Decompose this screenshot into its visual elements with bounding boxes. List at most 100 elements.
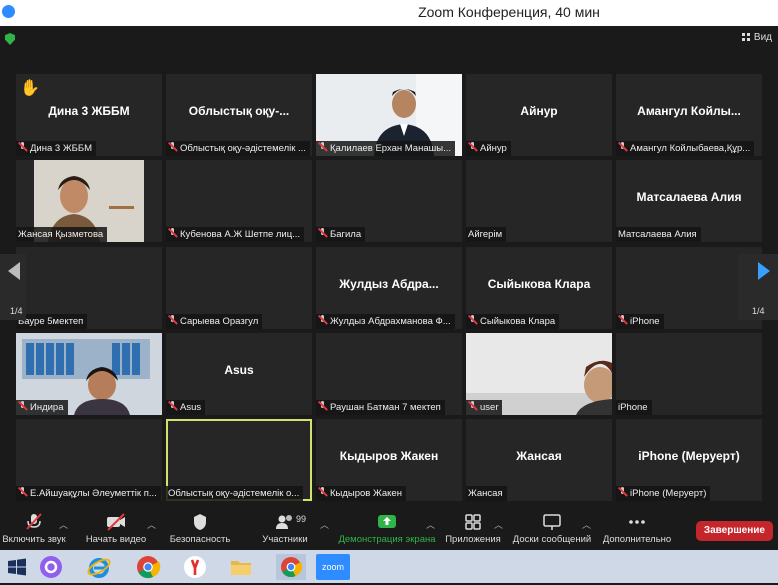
participant-tile[interactable]: Матсалаева Алия Матсалаева Алия [616,160,762,242]
alice-assistant-icon[interactable] [38,554,64,580]
security-shield-icon[interactable] [5,33,15,45]
participant-tile[interactable]: user [466,333,612,415]
participant-tile[interactable]: Облыстық оқу-әдістемелік о... [166,419,312,501]
arrow-right-icon [758,262,770,280]
participant-name-label: Asus [166,400,206,415]
next-page-button[interactable]: 1/4 [738,254,778,320]
participant-name-label: Облыстық оқу-әдістемелік о... [166,486,304,501]
end-meeting-button[interactable]: Завершение [695,521,773,541]
zoom-taskbar-icon[interactable]: zoom [316,554,350,580]
participant-tile[interactable]: Индира [16,333,162,415]
whiteboard-options-caret[interactable]: ︿ [582,518,591,531]
participant-name-label: Облыстық оқу-әдістемелік ... [166,141,310,156]
participant-name-label: Сарыева Оразгул [166,314,263,329]
mic-muted-icon [318,401,327,411]
participant-name-label: Сыйыкова Клара [466,314,560,329]
participant-name-display: Жулдыз Абдра... [339,277,439,291]
page-indicator-right: 1/4 [752,306,765,316]
mic-muted-icon [26,513,42,530]
arrow-left-icon [8,262,20,280]
share-options-caret[interactable]: ︿ [426,518,435,531]
participant-tile[interactable]: Жулдыз Абдра... Жулдыз Абдрахманова Ф... [316,247,462,329]
prev-page-button[interactable]: 1/4 [0,254,26,320]
meeting-toolbar: Включить звук ︿ Начать видео ︿ Безопасно… [0,512,778,550]
participant-tile[interactable]: Сарыева Оразгул [166,247,312,329]
security-button[interactable]: Безопасность [168,512,232,550]
mic-muted-icon [18,142,27,152]
participant-tile[interactable]: Е.Айшуақұлы Әлеуметтік п... [16,419,162,501]
participant-name-display: Амангул Койлы... [637,104,741,118]
participant-tile[interactable]: Қалилаев Ерхан Манашы... [316,74,462,156]
mic-muted-icon [618,487,627,497]
mic-muted-icon [18,401,27,411]
participant-tile[interactable]: Бауре 5мектеп [16,247,162,329]
mic-muted-icon [168,315,177,325]
participant-name-display: Жансая [516,449,562,463]
participant-name-label: Жулдыз Абдрахманова Ф... [316,314,455,329]
shield-icon [194,514,206,530]
internet-explorer-icon[interactable] [86,554,112,580]
video-options-caret[interactable]: ︿ [147,518,156,531]
whiteboard-icon [543,514,561,530]
participant-name-label: iPhone [616,400,652,415]
participant-name-display: iPhone (Меруерт) [638,449,740,463]
participant-tile[interactable]: ✋ Дина 3 ЖББМ Дина 3 ЖББМ [16,74,162,156]
view-button[interactable]: Вид [741,32,772,43]
participant-tile[interactable]: Облыстық оқу-... Облыстық оқу-әдістемелік… [166,74,312,156]
yandex-browser-icon[interactable] [182,554,208,580]
participant-name-label: Дина 3 ЖББМ [16,141,96,156]
participant-name-label: Жансая Қызметова [16,227,108,242]
participant-name-label: Кубенова А.Ж Шетпе лиц... [166,227,305,242]
participant-tile[interactable]: iPhone [616,333,762,415]
mic-muted-icon [318,487,327,497]
windows-start-icon[interactable] [4,554,30,580]
page-indicator-left: 1/4 [10,306,23,316]
participant-name-label: iPhone [616,314,664,329]
participant-name-label: Матсалаева Алия [616,227,701,242]
window-title: Zoom Конференция, 40 мин [418,4,600,20]
participants-button[interactable]: 99 Участники [254,512,316,550]
participant-name-label: iPhone (Меруерт) [616,486,711,501]
camera-off-icon [107,513,125,531]
share-screen-button[interactable]: Демонстрация экрана [338,512,436,550]
participant-name-label: Айгерім [466,227,507,242]
mic-muted-icon [168,142,177,152]
participant-name-display: Облыстық оқу-... [188,104,290,118]
window-titlebar: Zoom Конференция, 40 мин [0,0,778,26]
participant-name-label: Багила [316,227,366,242]
participant-tile[interactable]: Айнур Айнур [466,74,612,156]
mic-muted-icon [318,228,327,238]
participant-tile[interactable]: Айгерім [466,160,612,242]
participants-options-caret[interactable]: ︿ [320,518,329,531]
grid-view-icon [741,33,750,42]
participant-name-display: Дина 3 ЖББМ [48,104,130,118]
participant-tile[interactable]: Амангул Койлы... Амангул Койлыбаева,Құр..… [616,74,762,156]
mic-muted-icon [468,142,477,152]
chrome-active-icon[interactable] [276,554,306,580]
mute-options-caret[interactable]: ︿ [59,518,68,531]
whiteboard-button[interactable]: Доски сообщений [512,512,592,550]
raised-hand-icon: ✋ [20,80,40,97]
chrome-icon[interactable] [135,554,161,580]
share-screen-icon [378,515,396,528]
participant-name-label: Айнур [466,141,511,156]
participant-tile[interactable]: Кубенова А.Ж Шетпе лиц... [166,160,312,242]
mic-muted-icon [168,228,177,238]
participant-tile[interactable]: Раушан Батман 7 мектеп [316,333,462,415]
participant-tile[interactable]: Багила [316,160,462,242]
participant-tile[interactable]: Asus Asus [166,333,312,415]
participant-tile[interactable]: Жансая Қызметова [16,160,162,242]
participant-tile[interactable]: Кыдыров Жакен Кыдыров Жакен [316,419,462,501]
participant-name-display: Матсалаева Алия [636,190,742,204]
participant-tile[interactable]: Сыйыкова Клара Сыйыкова Клара [466,247,612,329]
mute-button[interactable]: Включить звук [2,512,66,550]
mic-muted-icon [468,315,477,325]
mic-muted-icon [468,401,477,411]
apps-options-caret[interactable]: ︿ [494,518,503,531]
participant-tile[interactable]: iPhone (Меруерт) iPhone (Меруерт) [616,419,762,501]
file-explorer-icon[interactable] [228,554,254,580]
participant-tile[interactable]: Жансая Жансая [466,419,612,501]
mic-muted-icon [318,142,327,152]
start-video-button[interactable]: Начать видео [84,512,148,550]
more-button[interactable]: Дополнительно [600,512,674,550]
